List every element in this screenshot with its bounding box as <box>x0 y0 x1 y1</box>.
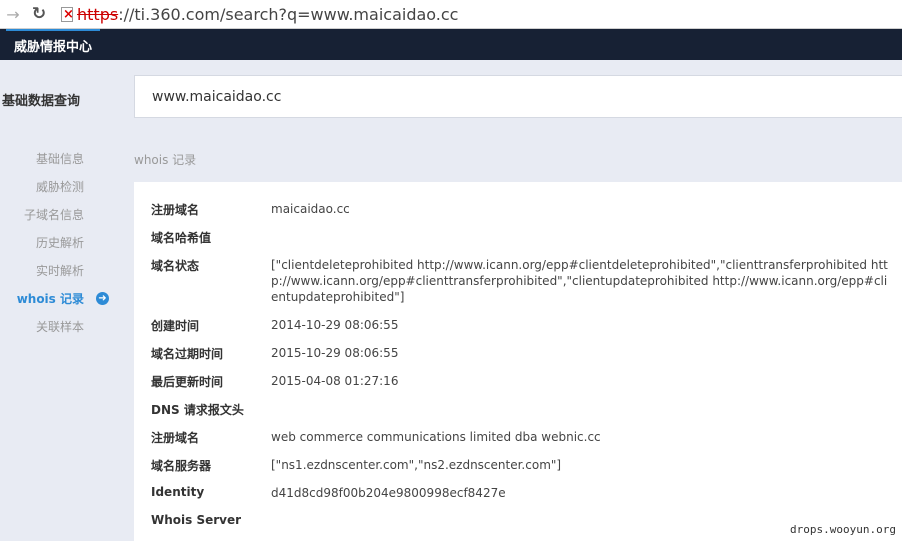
sidebar-item-threat-detection[interactable]: 威胁检测 <box>0 176 115 204</box>
sidebar-item-label: whois 记录 <box>16 292 84 306</box>
sidebar-item-whois[interactable]: whois 记录 ➜ <box>0 288 115 316</box>
whois-key: 最后更新时间 <box>151 375 224 389</box>
reload-icon[interactable]: ↻ <box>26 2 52 26</box>
whois-key: 注册域名 <box>151 431 200 445</box>
whois-key: 域名过期时间 <box>151 347 224 361</box>
sidebar-item-label: 关联样本 <box>35 320 84 334</box>
whois-key: 域名服务器 <box>151 459 212 473</box>
url-field[interactable]: × https ://ti.360.com/search?q=www.maica… <box>60 5 458 24</box>
site-header: 威胁情报中心 <box>0 29 902 60</box>
brand-tab[interactable]: 威胁情报中心 <box>6 29 101 60</box>
whois-key: DNS 请求报文头 <box>151 403 244 417</box>
whois-value: web commerce communications limited dba … <box>271 430 601 444</box>
whois-value: d41d8cd98f00b204e9800998ecf8427e <box>271 486 506 500</box>
sidebar-item-label: 基础信息 <box>35 152 84 166</box>
whois-key: 注册域名 <box>151 203 200 217</box>
sidebar-item-label: 历史解析 <box>35 236 84 250</box>
insecure-page-icon: × <box>61 7 74 22</box>
search-box <box>134 75 902 118</box>
whois-value: maicaidao.cc <box>271 202 350 216</box>
sidebar-item-subdomains[interactable]: 子域名信息 <box>0 204 115 232</box>
whois-panel: 注册域名 maicaidao.cc 域名哈希值 域名状态 ["clientdel… <box>134 182 902 541</box>
whois-key: 创建时间 <box>151 319 200 333</box>
whois-key: Whois Server <box>151 513 242 527</box>
url-text: ://ti.360.com/search?q=www.maicaidao.cc <box>118 4 459 24</box>
sidebar-item-label: 威胁检测 <box>35 180 84 194</box>
sidebar-item-label: 子域名信息 <box>23 208 84 222</box>
whois-value: 2015-04-08 01:27:16 <box>271 374 399 388</box>
whois-value: 2015-10-29 08:06:55 <box>271 346 399 360</box>
section-title: whois 记录 <box>134 153 197 167</box>
sidebar-item-realtime-resolution[interactable]: 实时解析 <box>0 260 115 288</box>
whois-value: 2014-10-29 08:06:55 <box>271 318 399 332</box>
sidebar-title: 基础数据查询 <box>2 94 81 109</box>
whois-value: ["ns1.ezdnscenter.com","ns2.ezdnscenter.… <box>271 458 562 472</box>
sidebar-nav: 基础信息 威胁检测 子域名信息 历史解析 实时解析 whois 记录 ➜ 关联样… <box>0 148 115 344</box>
sidebar-item-label: 实时解析 <box>35 264 84 278</box>
arrow-right-circle-icon: ➜ <box>96 292 109 305</box>
url-scheme: https <box>77 4 119 24</box>
whois-value: ["clientdeleteprohibited http://www.ican… <box>271 258 888 304</box>
address-bar: → ↻ × https ://ti.360.com/search?q=www.m… <box>0 0 902 29</box>
watermark: drops.wooyun.org <box>788 523 898 536</box>
back-arrow-icon[interactable]: → <box>0 2 26 26</box>
sidebar-item-history-resolution[interactable]: 历史解析 <box>0 232 115 260</box>
whois-key: Identity <box>151 485 205 499</box>
search-input[interactable] <box>135 76 752 117</box>
whois-key: 域名哈希值 <box>151 231 212 245</box>
sidebar-item-basic-info[interactable]: 基础信息 <box>0 148 115 176</box>
whois-key: 域名状态 <box>151 259 200 273</box>
sidebar-item-related-samples[interactable]: 关联样本 <box>0 316 115 344</box>
